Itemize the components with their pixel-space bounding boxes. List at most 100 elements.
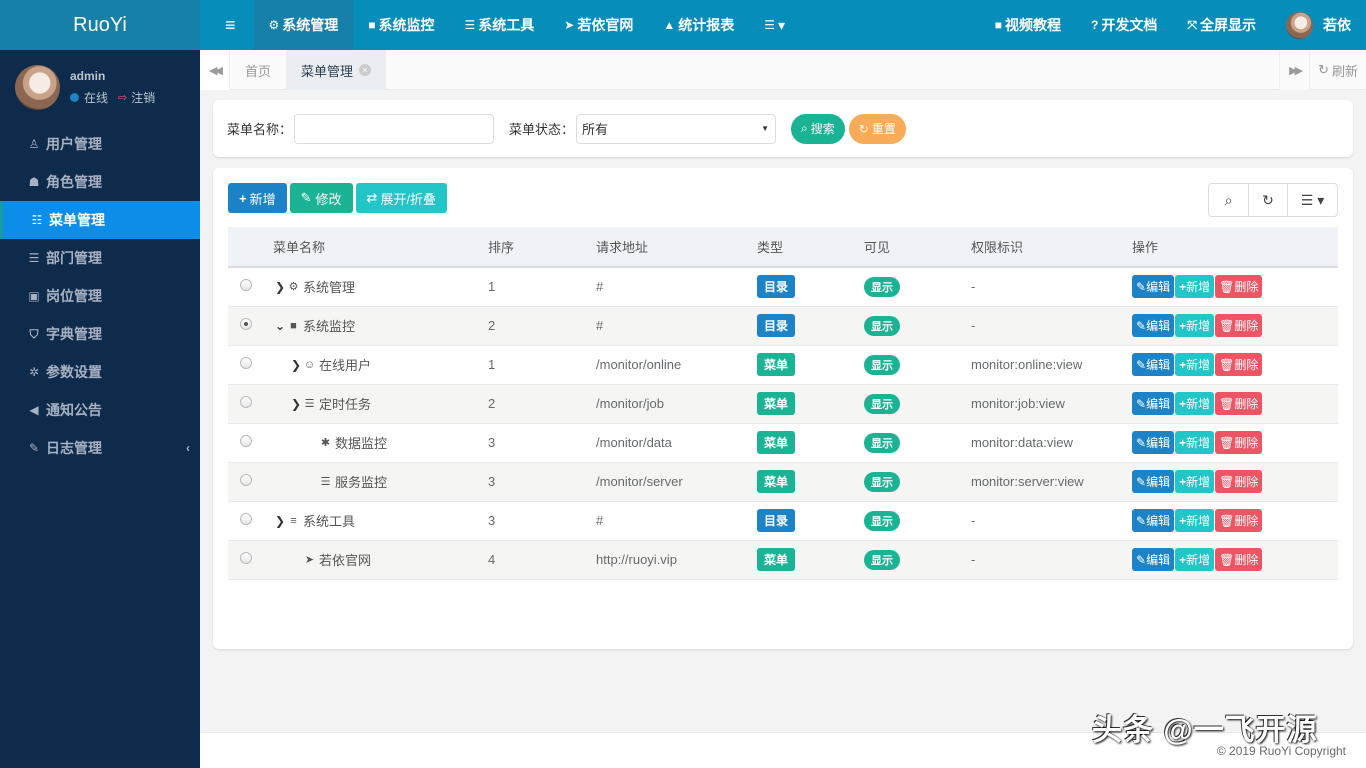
row-edit-button[interactable]: ✎编辑 <box>1132 275 1175 299</box>
table-row[interactable]: ❯ ☺ 在线用户 1/monitor/online 菜单 显示 monitor:online… <box>228 345 1338 385</box>
url-cell: /monitor/data <box>596 423 757 463</box>
th-list-icon: ☷ <box>31 213 43 227</box>
table-row[interactable]: ❯ ≡ 系统工具 3 # 目录 显示 - ✎编辑 +新增 🗑删除 <box>228 501 1338 541</box>
avatar[interactable] <box>15 65 60 110</box>
column-header <box>228 227 273 268</box>
table-row[interactable]: ⌄ ■ 系统监控 2 # 目录 显示 - ✎编辑 +新增 🗑删除 <box>228 306 1338 346</box>
row-edit-button[interactable]: ✎编辑 <box>1132 548 1175 571</box>
tabs-scroll-right-button[interactable]: ▶▶ <box>1279 50 1310 90</box>
row-add-button[interactable]: +新增 <box>1175 392 1215 415</box>
tabs-scroll-left-button[interactable]: ◀◀ <box>200 50 230 90</box>
row-select-radio[interactable] <box>240 435 252 447</box>
row-delete-button[interactable]: 🗑删除 <box>1215 470 1263 493</box>
user-menu[interactable]: 若依 <box>1271 0 1366 50</box>
id-card-icon: ▣ <box>28 289 40 303</box>
table-row[interactable]: ❯ ☰ 定时任务 2/monitor/job 菜单 显示 monitor:job:view ✎… <box>228 384 1338 424</box>
row-delete-button[interactable]: 🗑删除 <box>1215 392 1263 415</box>
sidebar-item[interactable]: ⛉ 字典管理 <box>0 315 200 353</box>
row-delete-button[interactable]: 🗑删除 <box>1215 314 1263 337</box>
row-edit-button[interactable]: ✎编辑 <box>1132 392 1175 415</box>
row-edit-button[interactable]: ✎编辑 <box>1132 509 1175 532</box>
chevron-right-icon[interactable]: ❯ <box>291 358 303 372</box>
server-icon: ☰ <box>320 476 331 488</box>
row-add-button[interactable]: +新增 <box>1175 353 1215 376</box>
expand-collapse-button[interactable]: ⇄ 展开/折叠 <box>355 183 448 213</box>
row-select-radio[interactable] <box>240 357 252 369</box>
edit-menu-button[interactable]: ✎ 修改 <box>289 183 353 213</box>
row-delete-button[interactable]: 🗑删除 <box>1215 548 1263 571</box>
row-edit-button[interactable]: ✎编辑 <box>1132 353 1175 376</box>
refresh-table-button[interactable]: ↻ <box>1248 184 1287 216</box>
row-delete-button[interactable]: 🗑删除 <box>1215 275 1263 299</box>
app-logo[interactable]: RuoYi <box>0 0 200 50</box>
sign-out-icon[interactable]: ⇨ <box>118 91 127 104</box>
row-edit-button[interactable]: ✎编辑 <box>1132 431 1175 454</box>
top-nav-item[interactable]: ☰ ▾ <box>749 0 800 50</box>
row-select-radio[interactable] <box>240 552 252 564</box>
tasks-icon: ☰ <box>304 398 315 410</box>
row-add-button[interactable]: +新增 <box>1175 314 1215 337</box>
order-cell: 1 <box>488 345 596 385</box>
chevron-right-icon[interactable]: ❯ <box>275 514 287 528</box>
refresh-tab-button[interactable]: ↻ 刷新 <box>1309 50 1366 90</box>
sidebar-toggle-button[interactable]: ≡ <box>200 0 254 50</box>
chevron-right-icon[interactable]: ❯ <box>275 280 287 294</box>
logout-link[interactable]: 注销 <box>131 89 155 106</box>
row-add-button[interactable]: +新增 <box>1175 431 1215 454</box>
top-nav-label: 全屏显示 <box>1200 17 1256 33</box>
top-nav-item[interactable]: ➤ 若依官网 <box>549 0 648 50</box>
columns-toggle-button[interactable]: ☰ ▾ <box>1287 184 1337 216</box>
top-nav-item[interactable]: ⤧ 全屏显示 <box>1172 0 1271 50</box>
row-select-radio[interactable] <box>240 279 252 292</box>
sidebar-item[interactable]: ☗ 角色管理 <box>0 163 200 201</box>
top-nav-item[interactable]: ⚙ 系统管理 <box>253 0 354 50</box>
top-nav-item[interactable]: ■ 视频教程 <box>980 0 1076 50</box>
row-select-radio[interactable] <box>240 318 252 330</box>
row-add-button[interactable]: +新增 <box>1175 470 1215 493</box>
edit-icon: ✎ <box>1136 475 1147 489</box>
menu-name-input[interactable] <box>294 113 495 144</box>
row-add-button[interactable]: +新增 <box>1175 275 1215 299</box>
chevron-down-icon[interactable]: ⌄ <box>275 319 287 333</box>
reset-button[interactable]: ↻ 重置 <box>848 113 906 144</box>
user-secret-icon: ☗ <box>28 175 40 189</box>
sidebar-item[interactable]: ◀ 通知公告 <box>0 391 200 429</box>
row-select-radio[interactable] <box>240 474 252 486</box>
top-nav-item[interactable]: ? 开发文档 <box>1076 0 1172 50</box>
row-select-radio[interactable] <box>240 396 252 408</box>
row-edit-button[interactable]: ✎编辑 <box>1132 314 1175 337</box>
sidebar-item[interactable]: ✎ 日志管理 ‹ <box>0 429 200 467</box>
sidebar-item[interactable]: ▣ 岗位管理 <box>0 277 200 315</box>
row-select-radio[interactable] <box>240 513 252 525</box>
top-nav-item[interactable]: ☰ 系统工具 <box>450 0 550 50</box>
table-row[interactable]: ☰ 服务监控 3/monitor/server 菜单 显示 monitor:server:… <box>228 462 1338 502</box>
row-add-button[interactable]: +新增 <box>1175 548 1215 571</box>
top-nav-label: ▾ <box>778 16 786 33</box>
sidebar-item[interactable]: ☷ 菜单管理 <box>0 201 200 239</box>
tab-menu-management[interactable]: 菜单管理 × <box>286 50 387 90</box>
sidebar-item[interactable]: ♙ 用户管理 <box>0 125 200 163</box>
watermark: 头条 @一飞开源 <box>1092 714 1318 747</box>
row-edit-button[interactable]: ✎编辑 <box>1132 470 1175 493</box>
search-button[interactable]: ⌕ 搜索 <box>791 113 845 144</box>
sidebar-item[interactable]: ☰ 部门管理 <box>0 239 200 277</box>
top-nav-label: 视频教程 <box>1005 17 1062 33</box>
table-row[interactable]: ❯ ⚙ 系统管理 1 # 目录 显示 - ✎编辑 +新增 🗑删除 <box>228 267 1338 307</box>
close-tab-icon[interactable]: × <box>359 64 372 76</box>
sidebar-item[interactable]: ✲ 参数设置 <box>0 353 200 391</box>
chevron-right-icon[interactable]: ❯ <box>291 397 303 411</box>
menu-name: 服务监控 <box>335 475 388 490</box>
table-row[interactable]: ✱ 数据监控 3/monitor/data 菜单 显示 monitor:data:view… <box>228 423 1338 463</box>
tab-label: 首页 <box>245 63 272 79</box>
top-nav-item[interactable]: ■ 系统监控 <box>353 0 449 50</box>
row-add-button[interactable]: +新增 <box>1175 509 1215 532</box>
row-delete-button[interactable]: 🗑删除 <box>1215 431 1263 454</box>
tab-home[interactable]: 首页 <box>230 50 286 90</box>
toggle-search-button[interactable]: ⌕ <box>1209 184 1248 216</box>
menu-status-select[interactable]: 所有 ▼ <box>576 113 777 144</box>
row-delete-button[interactable]: 🗑删除 <box>1215 353 1263 376</box>
table-row[interactable]: ➤ 若依官网 4 http://ruoyi.vip 菜单 显示 - ✎编辑 +新增 🗑删除 <box>228 540 1338 580</box>
add-menu-button[interactable]: + 新增 <box>228 183 287 213</box>
row-delete-button[interactable]: 🗑删除 <box>1215 509 1263 532</box>
top-nav-item[interactable]: ▲ 统计报表 <box>648 0 749 50</box>
